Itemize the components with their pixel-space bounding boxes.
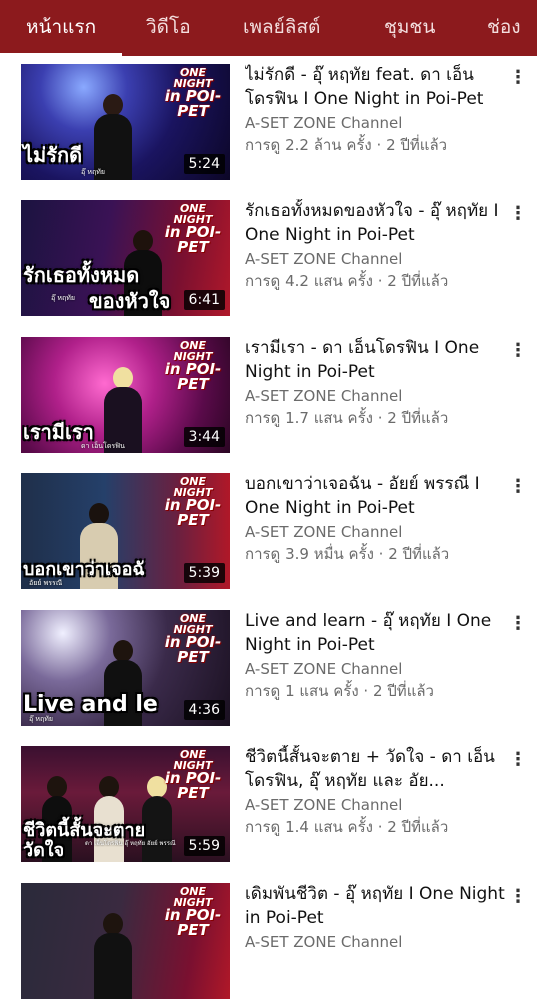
thumbnail-artist-caption: อุ๊ หฤทัย xyxy=(81,168,105,176)
channel-name: A-SET ZONE Channel xyxy=(245,387,403,405)
thumbnail-title-overlay-line2: ของหัวใจ xyxy=(89,289,171,313)
more-options-icon[interactable]: ⋮ xyxy=(509,887,527,909)
video-meta: การดู 4.2 แสน ครั้ง · 2 ปีที่แล้ว xyxy=(245,272,449,290)
more-options-icon[interactable]: ⋮ xyxy=(509,477,527,499)
channel-name: A-SET ZONE Channel xyxy=(245,114,403,132)
show-logo: ONE NIGHT in POI-PET xyxy=(164,202,222,256)
more-options-icon[interactable]: ⋮ xyxy=(509,614,527,636)
channel-tab-bar: หน้าแรก วิดีโอ เพลย์ลิสต์ ชุมชน ช่อง xyxy=(0,0,537,56)
video-title[interactable]: รักเธอทั้งหมดของหัวใจ - อุ๊ หฤทัย I One … xyxy=(245,199,507,247)
view-count: การดู 3.9 หมื่น ครั้ง xyxy=(245,545,374,563)
video-info: เรามีเรา - ดา เอ็นโดรฟิน I One Night in … xyxy=(245,336,507,429)
video-title[interactable]: ไม่รักดี - อุ๊ หฤทัย feat. ดา เอ็นโดรฟิน… xyxy=(245,63,507,111)
thumbnail-artist-caption: ดา เอ็นโดรฟิน อุ๊ หฤทัย อัยย์ พรรณี xyxy=(85,840,176,847)
video-info: ไม่รักดี - อุ๊ หฤทัย feat. ดา เอ็นโดรฟิน… xyxy=(245,63,507,156)
active-tab-indicator xyxy=(0,53,122,56)
video-thumbnail[interactable]: ONE NIGHT in POI-PET รักเธอทั้งหมด ของหัว… xyxy=(21,200,230,316)
upload-age: 2 ปีที่แล้ว xyxy=(387,818,449,836)
view-count: การดู 2.2 ล้าน ครั้ง xyxy=(245,136,372,154)
show-logo: ONE NIGHT in POI-PET xyxy=(164,612,222,666)
video-list-item[interactable]: ONE NIGHT in POI-PET ไม่รักดี อุ๊ หฤทัย 5… xyxy=(0,64,537,182)
channel-name: A-SET ZONE Channel xyxy=(245,523,403,541)
tab-playlists[interactable]: เพลย์ลิสต์ xyxy=(243,0,320,56)
video-list-item[interactable]: ONE NIGHT in POI-PET เดิมพันชีวิต - อุ๊ ห… xyxy=(0,883,537,1001)
video-title[interactable]: บอกเขาว่าเจอฉัน - อัยย์ พรรณี I One Nigh… xyxy=(245,472,507,520)
video-list-item[interactable]: ONE NIGHT in POI-PET Live and le อุ๊ หฤทั… xyxy=(0,610,537,728)
show-logo: ONE NIGHT in POI-PET xyxy=(164,475,222,529)
upload-age: 2 ปีที่แล้ว xyxy=(388,545,450,563)
show-logo: ONE NIGHT in POI-PET xyxy=(164,885,222,939)
video-title[interactable]: Live and learn - อุ๊ หฤทัย I One Night i… xyxy=(245,609,507,657)
video-info: รักเธอทั้งหมดของหัวใจ - อุ๊ หฤทัย I One … xyxy=(245,199,507,292)
thumbnail-artist-caption: อัยย์ พรรณี xyxy=(29,579,63,587)
video-meta: การดู 3.9 หมื่น ครั้ง · 2 ปีที่แล้ว xyxy=(245,545,450,563)
video-duration: 4:36 xyxy=(183,700,225,720)
video-title[interactable]: เดิมพันชีวิต - อุ๊ หฤทัย I One Night in … xyxy=(245,882,507,930)
upload-age: 2 ปีที่แล้ว xyxy=(387,272,449,290)
show-logo: ONE NIGHT in POI-PET xyxy=(164,748,222,802)
performer-silhouette xyxy=(91,913,135,999)
tab-community[interactable]: ชุมชน xyxy=(384,0,435,56)
thumbnail-title-overlay: ไม่รักดี xyxy=(23,143,83,167)
video-list-item[interactable]: ONE NIGHT in POI-PET ชีวิตนี้สั้นจะตาย วั… xyxy=(0,746,537,864)
video-duration: 3:44 xyxy=(183,427,225,447)
performer-silhouette xyxy=(91,776,127,862)
more-options-icon[interactable]: ⋮ xyxy=(509,68,527,90)
video-thumbnail[interactable]: ONE NIGHT in POI-PET xyxy=(21,883,230,999)
view-count: การดู 1.7 แสน ครั้ง xyxy=(245,409,373,427)
upload-age: 2 ปีที่แล้ว xyxy=(372,682,434,700)
view-count: การดู 1.4 แสน ครั้ง xyxy=(245,818,373,836)
video-duration: 5:24 xyxy=(183,154,225,174)
tab-videos[interactable]: วิดีโอ xyxy=(146,0,191,56)
video-duration: 5:39 xyxy=(183,563,225,583)
view-count: การดู 1 แสน ครั้ง xyxy=(245,682,359,700)
thumbnail-artist-caption: ดา เอ็นโดรฟิน xyxy=(81,442,125,450)
video-meta: การดู 1 แสน ครั้ง · 2 ปีที่แล้ว xyxy=(245,682,434,700)
video-info: Live and learn - อุ๊ หฤทัย I One Night i… xyxy=(245,609,507,702)
tab-home[interactable]: หน้าแรก xyxy=(26,0,96,56)
video-list-item[interactable]: ONE NIGHT in POI-PET บอกเขาว่าเจอฉั อัยย์… xyxy=(0,473,537,591)
more-options-icon[interactable]: ⋮ xyxy=(509,750,527,772)
show-logo: ONE NIGHT in POI-PET xyxy=(164,66,222,120)
video-info: ชีวิตนี้สั้นจะตาย + วัดใจ - ดา เอ็นโดรฟิ… xyxy=(245,745,507,838)
thumbnail-title-overlay: เรามีเรา xyxy=(23,420,94,444)
thumbnail-artist-caption: อุ๊ หฤทัย xyxy=(51,294,75,302)
video-meta: การดู 1.7 แสน ครั้ง · 2 ปีที่แล้ว xyxy=(245,409,449,427)
video-list-item[interactable]: ONE NIGHT in POI-PET รักเธอทั้งหมด ของหัว… xyxy=(0,200,537,318)
show-logo: ONE NIGHT in POI-PET xyxy=(164,339,222,393)
thumbnail-artist-caption: อุ๊ หฤทัย xyxy=(29,715,53,723)
video-thumbnail[interactable]: ONE NIGHT in POI-PET ไม่รักดี อุ๊ หฤทัย 5… xyxy=(21,64,230,180)
video-info: บอกเขาว่าเจอฉัน - อัยย์ พรรณี I One Nigh… xyxy=(245,472,507,565)
channel-name: A-SET ZONE Channel xyxy=(245,250,403,268)
video-info: เดิมพันชีวิต - อุ๊ หฤทัย I One Night in … xyxy=(245,882,507,953)
video-duration: 6:41 xyxy=(183,290,225,310)
thumbnail-title-overlay: รักเธอทั้งหมด xyxy=(23,263,140,287)
video-thumbnail[interactable]: ONE NIGHT in POI-PET บอกเขาว่าเจอฉั อัยย์… xyxy=(21,473,230,589)
channel-name: A-SET ZONE Channel xyxy=(245,933,403,951)
channel-name: A-SET ZONE Channel xyxy=(245,660,403,678)
tab-channels[interactable]: ช่อง xyxy=(487,0,521,56)
upload-age: 2 ปีที่แล้ว xyxy=(387,409,449,427)
more-options-icon[interactable]: ⋮ xyxy=(509,341,527,363)
video-meta: การดู 2.2 ล้าน ครั้ง · 2 ปีที่แล้ว xyxy=(245,136,448,154)
upload-age: 2 ปีที่แล้ว xyxy=(386,136,448,154)
thumbnail-title-overlay-line2: วัดใจ xyxy=(23,840,65,861)
channel-name: A-SET ZONE Channel xyxy=(245,796,403,814)
video-list-item[interactable]: ONE NIGHT in POI-PET เรามีเรา ดา เอ็นโดรฟ… xyxy=(0,337,537,455)
thumbnail-title-overlay: Live and le xyxy=(23,692,158,717)
video-thumbnail[interactable]: ONE NIGHT in POI-PET Live and le อุ๊ หฤทั… xyxy=(21,610,230,726)
video-title[interactable]: เรามีเรา - ดา เอ็นโดรฟิน I One Night in … xyxy=(245,336,507,384)
video-meta: การดู 1.4 แสน ครั้ง · 2 ปีที่แล้ว xyxy=(245,818,449,836)
view-count: การดู 4.2 แสน ครั้ง xyxy=(245,272,373,290)
more-options-icon[interactable]: ⋮ xyxy=(509,204,527,226)
video-duration: 5:59 xyxy=(183,836,225,856)
video-title[interactable]: ชีวิตนี้สั้นจะตาย + วัดใจ - ดา เอ็นโดรฟิ… xyxy=(245,745,507,793)
video-thumbnail[interactable]: ONE NIGHT in POI-PET เรามีเรา ดา เอ็นโดรฟ… xyxy=(21,337,230,453)
video-thumbnail[interactable]: ONE NIGHT in POI-PET ชีวิตนี้สั้นจะตาย วั… xyxy=(21,746,230,862)
